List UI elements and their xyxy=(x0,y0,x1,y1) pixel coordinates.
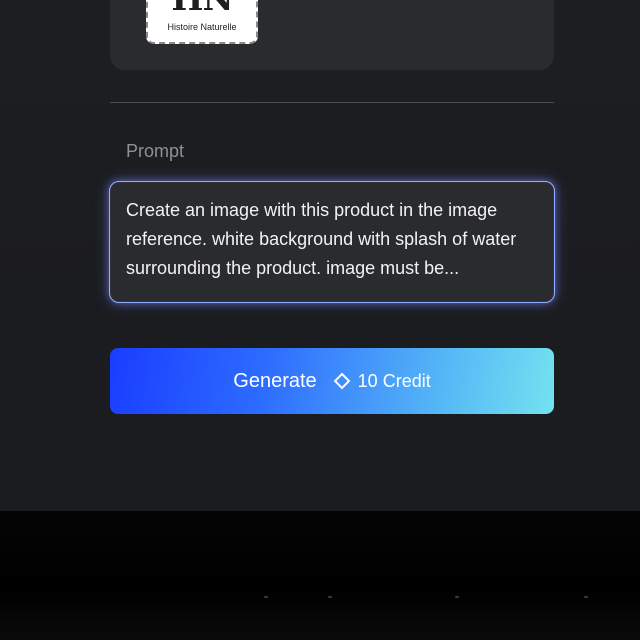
brand-logo-mark: HN xyxy=(148,0,256,16)
generate-button-label: Generate xyxy=(233,369,317,392)
credit-cost-label: 10 Credit xyxy=(357,370,431,391)
background-light-dot xyxy=(328,596,332,598)
reference-image-thumbnail[interactable]: HN Histoire Naturelle xyxy=(146,0,258,44)
diamond-icon xyxy=(333,372,351,390)
background-light-dot xyxy=(584,596,588,598)
prompt-textarea[interactable]: Create an image with this product in the… xyxy=(109,181,555,303)
background-light-dot xyxy=(455,596,459,598)
prompt-text[interactable]: Create an image with this product in the… xyxy=(126,196,538,284)
prompt-label: Prompt xyxy=(126,141,185,161)
bottom-background xyxy=(0,511,640,640)
brand-logo-name: Histoire Naturelle xyxy=(167,22,237,32)
section-divider xyxy=(110,102,554,103)
generate-button[interactable]: Generate 10 Credit xyxy=(110,348,554,414)
generation-panel: HN Histoire Naturelle Prompt Create an i… xyxy=(0,0,640,511)
background-light-dot xyxy=(264,596,268,598)
